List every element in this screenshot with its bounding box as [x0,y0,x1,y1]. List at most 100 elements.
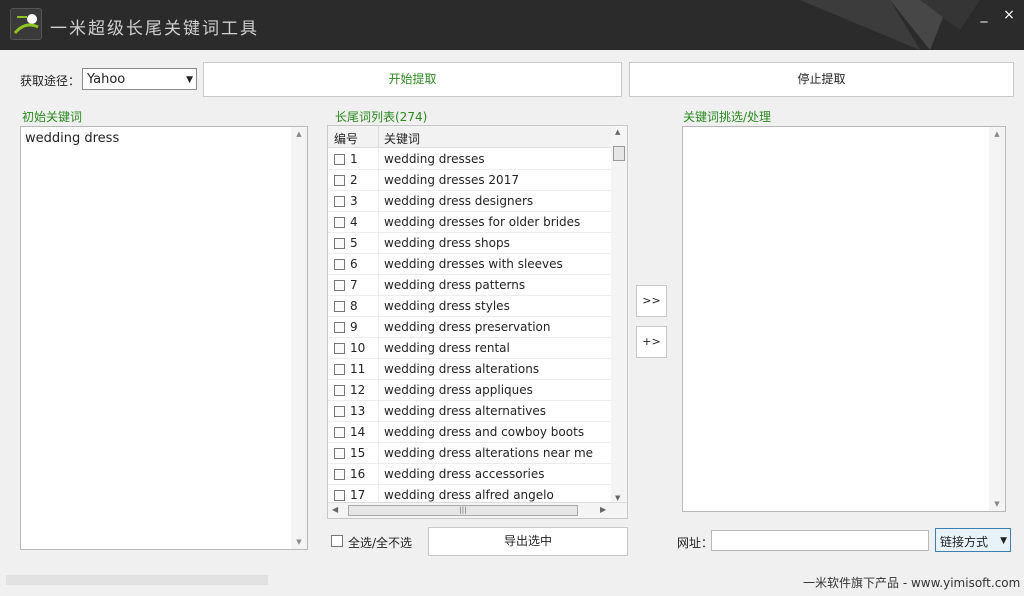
row-checkbox[interactable] [334,175,345,186]
row-keyword: wedding dress shops [384,236,510,250]
row-number: 7 [350,278,358,292]
row-checkbox[interactable] [334,490,345,501]
keyword-processing-textarea[interactable]: ▲ ▼ [682,126,1006,512]
scroll-right-icon[interactable]: ▶ [600,505,606,514]
chevron-down-icon: ▼ [186,75,193,85]
scroll-left-icon[interactable]: ◀ [332,505,338,514]
table-row[interactable]: 8 wedding dress styles [328,296,612,317]
column-divider [378,380,379,401]
keyword-processing-title: 关键词挑选/处理 [683,110,772,124]
source-select[interactable]: Yahoo ▼ [82,68,197,90]
column-divider [378,464,379,485]
link-mode-label: 链接方式 [940,535,989,549]
column-divider [378,233,379,254]
start-extract-button[interactable]: 开始提取 [203,62,622,97]
column-divider [378,296,379,317]
row-number: 15 [350,446,366,460]
scroll-thumb[interactable]: ||| [348,505,578,516]
column-divider [378,338,379,359]
row-keyword: wedding dresses for older brides [384,215,581,229]
row-checkbox[interactable] [334,238,345,249]
row-number: 11 [350,362,366,376]
column-header-number[interactable]: 编号 [334,130,358,147]
scroll-up-icon[interactable]: ▲ [989,127,1005,141]
move-to-right-button[interactable]: >> [636,285,667,317]
row-number: 16 [350,467,366,481]
select-all-label[interactable]: 全选/全不选 [348,534,412,551]
row-checkbox[interactable] [334,217,345,228]
row-checkbox[interactable] [334,427,345,438]
scroll-down-icon[interactable]: ▼ [291,535,307,549]
table-row[interactable]: 14 wedding dress and cowboy boots [328,422,612,443]
table-horizontal-scrollbar[interactable]: ◀ ||| ▶ [328,502,627,518]
url-input[interactable] [711,530,929,551]
table-row[interactable]: 11 wedding dress alterations [328,359,612,380]
table-row[interactable]: 1 wedding dresses [328,149,612,170]
minimize-button[interactable]: _ [975,6,993,24]
table-row[interactable]: 15 wedding dress alterations near me [328,443,612,464]
table-row[interactable]: 6 wedding dresses with sleeves [328,254,612,275]
row-number: 1 [350,152,358,166]
scroll-up-icon[interactable]: ▲ [615,128,620,136]
row-checkbox[interactable] [334,259,345,270]
row-checkbox[interactable] [334,154,345,165]
table-row[interactable]: 4 wedding dresses for older brides [328,212,612,233]
column-divider [378,359,379,380]
row-checkbox[interactable] [334,469,345,480]
row-checkbox[interactable] [334,196,345,207]
row-checkbox[interactable] [334,406,345,417]
table-row[interactable]: 10 wedding dress rental [328,338,612,359]
row-checkbox[interactable] [334,364,345,375]
row-number: 3 [350,194,358,208]
seed-keywords-scrollbar[interactable]: ▲ ▼ [291,127,307,549]
row-keyword: wedding dress accessories [384,467,545,481]
select-all-checkbox[interactable] [331,535,343,547]
scroll-thumb[interactable] [613,146,625,161]
stop-extract-button[interactable]: 停止提取 [629,62,1014,97]
chevron-down-icon: ▼ [1000,536,1007,546]
scroll-down-icon[interactable]: ▼ [989,497,1005,511]
row-keyword: wedding dress patterns [384,278,526,292]
table-row[interactable]: 3 wedding dress designers [328,191,612,212]
table-row[interactable]: 7 wedding dress patterns [328,275,612,296]
window-title: 一米超级长尾关键词工具 [50,19,259,39]
row-keyword: wedding dresses [384,152,485,166]
keyword-processing-scrollbar[interactable]: ▲ ▼ [989,127,1005,511]
row-number: 2 [350,173,358,187]
table-vertical-scrollbar[interactable]: ▲ ▼ [611,126,627,504]
row-number: 6 [350,257,358,271]
link-mode-dropdown[interactable]: 链接方式 ▼ [935,528,1011,552]
row-number: 10 [350,341,366,355]
row-keyword: wedding dress preservation [384,320,551,334]
row-checkbox[interactable] [334,322,345,333]
close-button[interactable]: × [1000,6,1018,24]
table-row[interactable]: 13 wedding dress alternatives [328,401,612,422]
add-to-right-button[interactable]: +> [636,326,667,358]
column-header-keyword[interactable]: 关键词 [384,130,420,147]
table-row[interactable]: 9 wedding dress preservation [328,317,612,338]
table-row[interactable]: 16 wedding dress accessories [328,464,612,485]
row-number: 8 [350,299,358,313]
scroll-down-icon[interactable]: ▼ [615,494,620,502]
row-keyword: wedding dress alterations near me [384,446,594,460]
row-keyword: wedding dress alternatives [384,404,547,418]
table-row[interactable]: 2 wedding dresses 2017 [328,170,612,191]
table-row[interactable]: 5 wedding dress shops [328,233,612,254]
title-bar: 一米超级长尾关键词工具 _ × [0,0,1024,50]
seed-keywords-textarea[interactable]: wedding dress ▲ ▼ [20,126,308,550]
row-keyword: wedding dress designers [384,194,534,208]
column-divider [378,401,379,422]
table-row[interactable]: 12 wedding dress appliques [328,380,612,401]
row-checkbox[interactable] [334,343,345,354]
row-keyword: wedding dress alfred angelo [384,488,554,502]
row-keyword: wedding dresses with sleeves [384,257,563,271]
row-number: 12 [350,383,366,397]
row-checkbox[interactable] [334,385,345,396]
row-checkbox[interactable] [334,448,345,459]
scroll-up-icon[interactable]: ▲ [291,127,307,141]
row-checkbox[interactable] [334,280,345,291]
column-divider [378,191,379,212]
app-logo-icon [10,8,42,40]
export-selected-button[interactable]: 导出选中 [428,527,628,556]
row-checkbox[interactable] [334,301,345,312]
